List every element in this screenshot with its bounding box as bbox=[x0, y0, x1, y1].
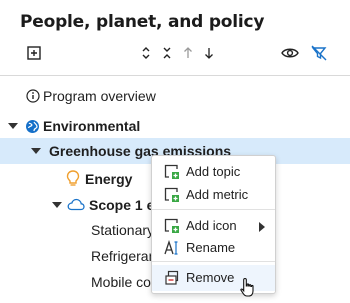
chevron-down-icon[interactable] bbox=[8, 123, 18, 129]
globe-icon bbox=[25, 119, 40, 139]
add-topic-icon bbox=[164, 164, 180, 180]
context-menu: Add topic Add metric Add icon Rename Rem… bbox=[151, 155, 276, 294]
filter-off-icon[interactable] bbox=[310, 44, 328, 62]
menu-item-label: Rename bbox=[186, 240, 236, 255]
menu-item-rename[interactable]: Rename bbox=[152, 235, 275, 261]
hand-cursor-icon bbox=[239, 277, 257, 303]
rename-icon bbox=[164, 239, 180, 256]
menu-item-label: Add topic bbox=[186, 164, 241, 179]
info-icon bbox=[26, 89, 40, 108]
tree-item-label: Environmental bbox=[43, 118, 141, 134]
menu-item-label: Add icon bbox=[186, 218, 237, 233]
arrow-up-icon[interactable] bbox=[182, 44, 194, 62]
tree-item-label: Refrigerant bbox=[91, 248, 161, 264]
tree-item-label: Program overview bbox=[43, 88, 156, 104]
menu-item-label: Add metric bbox=[186, 187, 249, 202]
tree-item-environmental[interactable]: Environmental bbox=[0, 113, 350, 139]
add-metric-icon bbox=[164, 187, 180, 203]
remove-icon bbox=[164, 270, 180, 286]
submenu-arrow-icon bbox=[259, 222, 265, 232]
tree-item-program-overview[interactable]: Program overview bbox=[0, 83, 350, 109]
panel-title: People, planet, and policy bbox=[20, 12, 265, 32]
menu-separator bbox=[152, 209, 275, 210]
expand-all-icon[interactable] bbox=[140, 44, 152, 62]
chevron-down-icon[interactable] bbox=[31, 148, 41, 154]
tree-item-label: Stationary bbox=[91, 222, 155, 238]
outline-panel: People, planet, and policy Program overv… bbox=[0, 0, 350, 303]
arrow-down-icon[interactable] bbox=[203, 44, 215, 62]
cloud-icon bbox=[67, 198, 85, 216]
add-square-icon[interactable] bbox=[26, 44, 42, 62]
menu-item-label: Remove bbox=[186, 270, 235, 285]
collapse-all-icon[interactable] bbox=[161, 44, 173, 62]
chevron-down-icon[interactable] bbox=[52, 202, 62, 208]
toolbar-divider bbox=[0, 75, 350, 76]
menu-item-add-metric[interactable]: Add metric bbox=[152, 182, 275, 208]
lightbulb-icon bbox=[66, 170, 80, 192]
menu-separator bbox=[152, 261, 275, 262]
toolbar bbox=[0, 44, 350, 64]
tree-item-label: Energy bbox=[85, 171, 133, 187]
add-icon-icon bbox=[164, 218, 180, 234]
eye-icon[interactable] bbox=[280, 44, 300, 62]
